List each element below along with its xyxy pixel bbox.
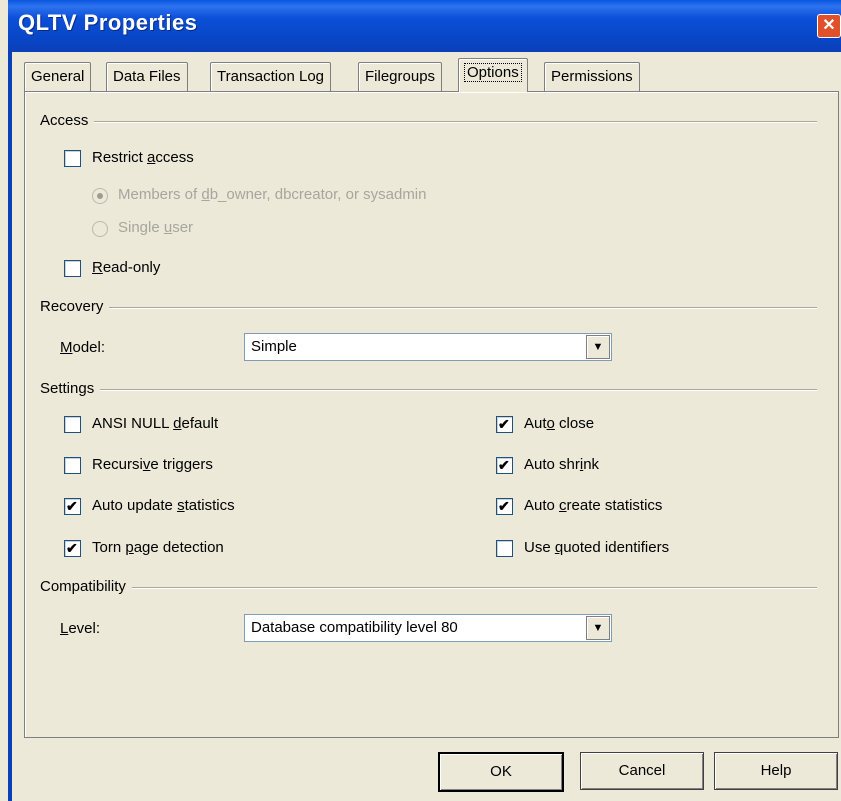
ok-button[interactable]: OK <box>438 752 564 792</box>
window-title: QLTV Properties <box>18 10 198 35</box>
auto-update-statistics-checkbox[interactable] <box>64 498 81 515</box>
read-only-checkbox[interactable] <box>64 260 81 277</box>
read-only-label: Read-only <box>92 259 161 276</box>
window-border <box>8 52 12 801</box>
access-group-label: Access <box>40 112 95 129</box>
torn-page-detection-checkbox[interactable] <box>64 540 81 557</box>
help-button[interactable]: Help <box>714 752 838 790</box>
restrict-access-label: Restrict access <box>92 149 194 166</box>
tab-permissions[interactable]: Permissions <box>544 62 640 91</box>
level-label: Level: <box>60 620 101 637</box>
close-button[interactable]: ✕ <box>817 14 841 38</box>
tab-filegroups[interactable]: Filegroups <box>358 62 443 91</box>
chevron-down-icon[interactable]: ▼ <box>586 335 610 359</box>
members-radio-label: Members of db_owner, dbcreator, or sysad… <box>118 186 427 203</box>
auto-close-checkbox[interactable] <box>496 416 513 433</box>
close-icon: ✕ <box>822 17 836 34</box>
auto-update-statistics-label: Auto update statistics <box>92 497 235 514</box>
recovery-model-value: Simple <box>251 338 297 355</box>
recursive-triggers-checkbox[interactable] <box>64 457 81 474</box>
ansi-null-default-checkbox[interactable] <box>64 416 81 433</box>
tab-general[interactable]: General <box>24 62 92 91</box>
settings-divider <box>48 389 817 391</box>
auto-create-statistics-label: Auto create statistics <box>524 497 663 514</box>
ansi-null-default-label: ANSI NULL default <box>92 415 219 432</box>
torn-page-detection-label: Torn page detection <box>92 539 224 556</box>
compatibility-level-value: Database compatibility level 80 <box>251 619 458 636</box>
auto-shrink-checkbox[interactable] <box>496 457 513 474</box>
recovery-model-select[interactable]: Simple ▼ <box>244 333 612 361</box>
recovery-divider <box>48 307 817 309</box>
chevron-down-icon[interactable]: ▼ <box>586 616 610 640</box>
compatibility-group-label: Compatibility <box>40 578 132 595</box>
use-quoted-identifiers-label: Use quoted identifiers <box>524 539 670 556</box>
members-radio[interactable] <box>92 188 108 204</box>
auto-create-statistics-checkbox[interactable] <box>496 498 513 515</box>
auto-shrink-label: Auto shrink <box>524 456 600 473</box>
access-divider <box>48 121 817 123</box>
cancel-button[interactable]: Cancel <box>580 752 704 790</box>
use-quoted-identifiers-checkbox[interactable] <box>496 540 513 557</box>
properties-dialog: QLTV Properties ✕ General Data Files Tra… <box>8 0 841 801</box>
model-label: Model: <box>60 339 106 356</box>
single-user-radio[interactable] <box>92 221 108 237</box>
tab-transaction-log[interactable]: Transaction Log <box>210 62 332 91</box>
auto-close-label: Auto close <box>524 415 595 432</box>
compatibility-level-select[interactable]: Database compatibility level 80 ▼ <box>244 614 612 642</box>
tab-data-files[interactable]: Data Files <box>106 62 188 91</box>
restrict-access-checkbox[interactable] <box>64 150 81 167</box>
settings-group-label: Settings <box>40 380 101 397</box>
recursive-triggers-label: Recursive triggers <box>92 456 213 473</box>
compatibility-divider <box>48 587 817 589</box>
tab-options[interactable]: Options <box>458 58 528 92</box>
title-bar[interactable]: QLTV Properties ✕ <box>8 0 841 52</box>
single-user-radio-label: Single user <box>118 219 194 236</box>
recovery-group-label: Recovery <box>40 298 110 315</box>
